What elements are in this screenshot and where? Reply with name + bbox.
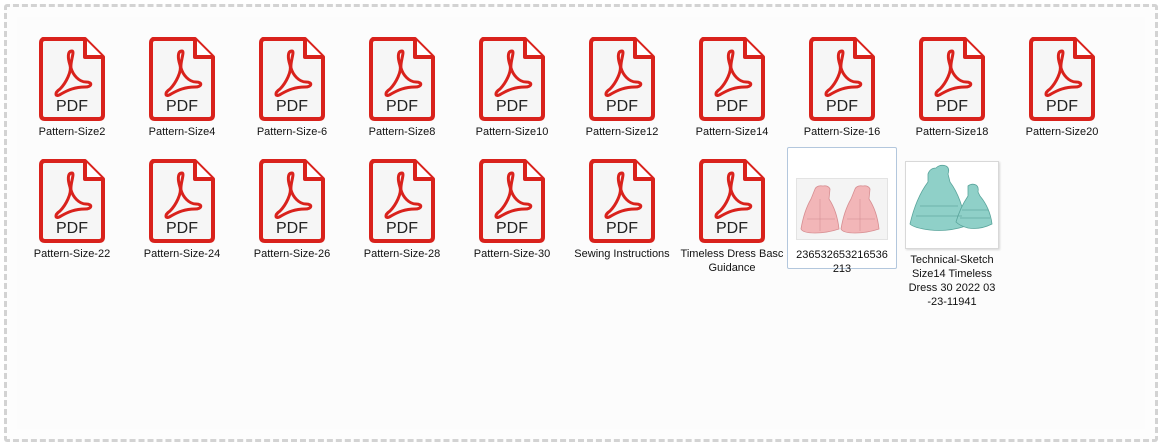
- file-item[interactable]: PDF Pattern-Size8: [347, 25, 457, 147]
- file-name-label: Pattern-Size10: [475, 126, 549, 138]
- pdf-badge: PDF: [936, 98, 968, 115]
- image-thumbnail: [796, 178, 888, 240]
- pdf-badge: PDF: [716, 98, 748, 115]
- pdf-file-icon: PDF: [477, 157, 547, 243]
- file-name-label: Pattern-Size4: [148, 126, 216, 138]
- pdf-file-icon: PDF: [697, 35, 767, 121]
- file-item[interactable]: PDF Timeless Dress Basc Guidance: [677, 147, 787, 274]
- pdf-badge: PDF: [716, 220, 748, 237]
- pdf-file-icon: PDF: [147, 35, 217, 121]
- pdf-badge: PDF: [166, 220, 198, 237]
- pdf-file-icon: PDF: [367, 157, 437, 243]
- pdf-file-icon: PDF: [587, 157, 657, 243]
- pdf-badge: PDF: [56, 98, 88, 115]
- pdf-badge: PDF: [606, 98, 638, 115]
- pdf-file-icon: PDF: [477, 35, 547, 121]
- pdf-file-icon: PDF: [257, 157, 327, 243]
- pdf-file-icon: PDF: [1027, 35, 1097, 121]
- file-item[interactable]: PDF Pattern-Size14: [677, 25, 787, 147]
- pdf-badge: PDF: [496, 98, 528, 115]
- file-item[interactable]: PDF Pattern-Size-24: [127, 147, 237, 269]
- file-item[interactable]: PDF Pattern-Size-16: [787, 25, 897, 147]
- file-item[interactable]: PDF Pattern-Size-6: [237, 25, 347, 147]
- file-name-label: Pattern-Size20: [1025, 126, 1099, 138]
- pdf-file-icon: PDF: [37, 35, 107, 121]
- file-item[interactable]: PDF Pattern-Size4: [127, 25, 237, 147]
- file-item[interactable]: PDF Pattern-Size12: [567, 25, 677, 147]
- file-name-label: Pattern-Size-24: [143, 248, 221, 260]
- pdf-badge: PDF: [496, 220, 528, 237]
- file-grid: PDF Pattern-Size2 PDF Pattern-Size4 PDF …: [17, 25, 1147, 308]
- file-name-label: Pattern-Size2: [38, 126, 106, 138]
- pdf-file-icon: PDF: [697, 157, 767, 243]
- file-name-label: Pattern-Size12: [585, 126, 659, 138]
- file-item[interactable]: PDF Pattern-Size-30: [457, 147, 567, 269]
- file-name-label: Pattern-Size18: [915, 126, 989, 138]
- image-thumbnail: [905, 161, 999, 249]
- pdf-file-icon: PDF: [917, 35, 987, 121]
- pdf-badge: PDF: [1046, 98, 1078, 115]
- pdf-badge: PDF: [386, 98, 418, 115]
- file-name-label: Technical-Sketch Size14 Timeless Dress 3…: [908, 254, 996, 308]
- file-item[interactable]: PDF Pattern-Size20: [1007, 25, 1117, 147]
- file-item[interactable]: 236532653216536 213: [787, 147, 897, 275]
- pdf-file-icon: PDF: [257, 35, 327, 121]
- window-frame: PDF Pattern-Size2 PDF Pattern-Size4 PDF …: [4, 4, 1158, 442]
- file-item[interactable]: PDF Pattern-Size2: [17, 25, 127, 147]
- pdf-file-icon: PDF: [37, 157, 107, 243]
- file-item[interactable]: PDF Pattern-Size-26: [237, 147, 347, 269]
- file-name-label: Sewing Instructions: [574, 248, 670, 260]
- file-name-label: Pattern-Size8: [368, 126, 436, 138]
- pdf-badge: PDF: [826, 98, 858, 115]
- file-item[interactable]: PDF Pattern-Size-22: [17, 147, 127, 269]
- file-name-label: Pattern-Size-6: [256, 126, 328, 138]
- pdf-badge: PDF: [276, 220, 308, 237]
- file-name-label: Pattern-Size-28: [363, 248, 441, 260]
- pdf-file-icon: PDF: [367, 35, 437, 121]
- file-name-label: Pattern-Size-30: [473, 248, 551, 260]
- pdf-file-icon: PDF: [807, 35, 877, 121]
- file-name-label: Pattern-Size-22: [33, 248, 111, 260]
- pdf-file-icon: PDF: [147, 157, 217, 243]
- pdf-badge: PDF: [276, 98, 308, 115]
- pdf-file-icon: PDF: [587, 35, 657, 121]
- file-name-label: Pattern-Size-16: [803, 126, 881, 138]
- pdf-badge: PDF: [56, 220, 88, 237]
- pdf-badge: PDF: [606, 220, 638, 237]
- file-item[interactable]: PDF Pattern-Size10: [457, 25, 567, 147]
- file-item[interactable]: PDF Sewing Instructions: [567, 147, 677, 269]
- file-item[interactable]: PDF Pattern-Size-28: [347, 147, 457, 269]
- pdf-badge: PDF: [166, 98, 198, 115]
- file-name-label: Pattern-Size14: [695, 126, 769, 138]
- pdf-badge: PDF: [386, 220, 418, 237]
- file-name-label: Pattern-Size-26: [253, 248, 331, 260]
- file-name-label: Timeless Dress Basc Guidance: [680, 248, 784, 274]
- file-item[interactable]: PDF Pattern-Size18: [897, 25, 1007, 147]
- file-name-label: 236532653216536 213: [796, 249, 888, 275]
- file-item[interactable]: Technical-Sketch Size14 Timeless Dress 3…: [897, 147, 1007, 308]
